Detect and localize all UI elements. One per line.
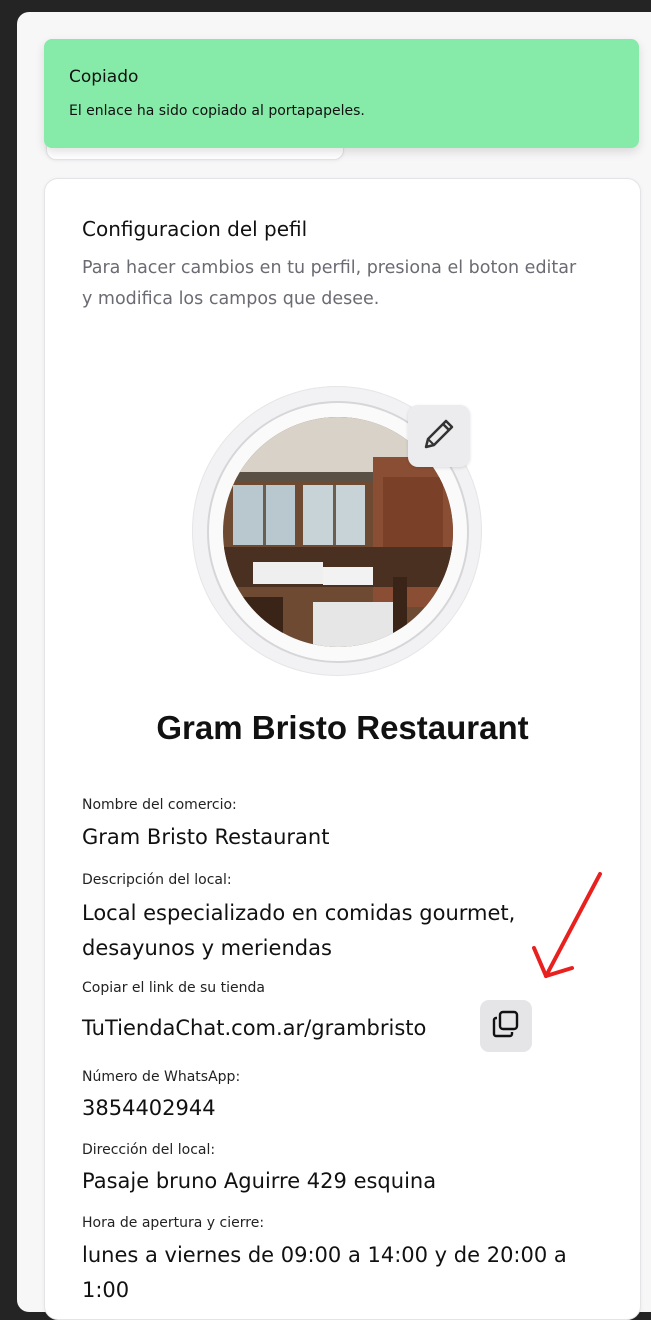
store-link-label: Copiar el link de su tienda: [82, 980, 265, 996]
store-link-value: TuTiendaChat.com.ar/grambristo: [82, 1016, 427, 1040]
copied-toast: Copiado El enlace ha sido copiado al por…: [44, 39, 639, 148]
annotation-arrow: [532, 872, 602, 978]
whatsapp-label: Número de WhatsApp:: [82, 1069, 241, 1085]
name-label: Nombre del comercio:: [82, 797, 237, 813]
address-label: Dirección del local:: [82, 1142, 216, 1158]
section-title: Configuracion del pefil: [82, 217, 308, 241]
toast-message: El enlace ha sido copiado al portapapele…: [69, 103, 365, 119]
hours-value: lunes a viernes de 09:00 a 14:00 y de 20…: [82, 1243, 567, 1302]
copy-link-button[interactable]: [480, 1000, 532, 1052]
edit-photo-button[interactable]: [408, 405, 470, 467]
name-value: Gram Bristo Restaurant: [82, 825, 330, 849]
address-value: Pasaje bruno Aguirre 429 esquina: [82, 1169, 437, 1193]
hours-label: Hora de apertura y cierre:: [82, 1215, 265, 1231]
business-title: Gram Bristo Restaurant: [156, 709, 529, 746]
profile-settings-card: Configuracion del pefil Para hacer cambi…: [44, 178, 641, 1320]
section-description: Para hacer cambios en tu perfil, presion…: [82, 258, 577, 309]
copy-icon: [491, 1009, 521, 1043]
whatsapp-value: 3854402944: [82, 1096, 216, 1120]
toast-title: Copiado: [69, 67, 139, 87]
description-label: Descripción del local:: [82, 872, 232, 888]
pencil-icon: [420, 415, 458, 457]
